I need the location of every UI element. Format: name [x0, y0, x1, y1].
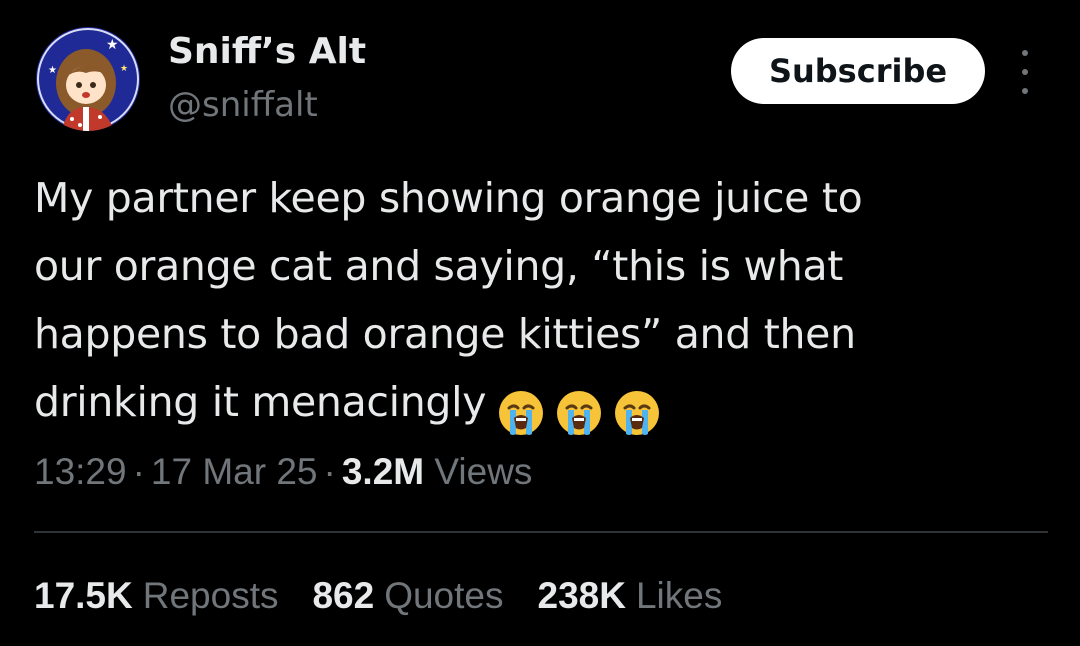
divider	[34, 531, 1048, 533]
avatar-image: ★ ★ ★	[36, 27, 140, 131]
tweet-text-line-with-emoji: drinking it menacingly	[34, 368, 1054, 444]
more-options-button[interactable]	[1010, 50, 1040, 94]
tweet-date[interactable]: 17 Mar 25	[151, 451, 318, 492]
tweet-detail: ★ ★ ★ Sniff’s Alt @sniffalt Subscribe My…	[0, 0, 1080, 646]
views-count: 3.2M	[341, 451, 425, 492]
svg-text:★: ★	[106, 36, 119, 52]
emoji-row	[496, 376, 670, 444]
tweet-text-line: happens to bad orange kitties” and then	[34, 310, 856, 358]
more-vertical-icon	[1022, 50, 1028, 56]
meta-separator: ·	[132, 451, 145, 492]
svg-text:★: ★	[48, 65, 57, 76]
user-handle[interactable]: @sniffalt	[168, 84, 318, 126]
avatar[interactable]: ★ ★ ★	[36, 27, 140, 131]
likes-count: 238K	[537, 575, 626, 616]
reposts-count: 17.5K	[34, 575, 133, 616]
likes-stat[interactable]: 238K Likes	[538, 572, 723, 620]
quotes-count: 862	[312, 575, 375, 616]
svg-text:★: ★	[120, 63, 128, 73]
more-vertical-icon	[1022, 69, 1028, 75]
loudly-crying-face-icon	[554, 388, 604, 438]
display-name[interactable]: Sniff’s Alt	[168, 30, 366, 74]
engagement-stats: 17.5K Reposts 862 Quotes 238K Likes	[34, 572, 756, 620]
meta-separator: ·	[323, 451, 336, 492]
reposts-label: Reposts	[142, 575, 279, 616]
quotes-stat[interactable]: 862 Quotes	[312, 572, 503, 620]
quotes-label: Quotes	[384, 575, 504, 616]
likes-label: Likes	[635, 575, 723, 616]
loudly-crying-face-icon	[612, 388, 662, 438]
tweet-time[interactable]: 13:29	[34, 451, 127, 492]
tweet-text-line: drinking it menacingly	[34, 378, 487, 426]
reposts-stat[interactable]: 17.5K Reposts	[34, 572, 278, 620]
tweet-meta: 13:29 · 17 Mar 25 · 3.2M Views	[34, 448, 532, 496]
tweet-text-line: our orange cat and saying, “this is what	[34, 242, 844, 290]
tweet-text-line: My partner keep showing orange juice to	[34, 174, 863, 222]
subscribe-button[interactable]: Subscribe	[731, 38, 985, 104]
tweet-text: My partner keep showing orange juice to …	[34, 164, 1054, 444]
loudly-crying-face-icon	[496, 388, 546, 438]
views-label: Views	[434, 451, 533, 492]
more-vertical-icon	[1022, 88, 1028, 94]
